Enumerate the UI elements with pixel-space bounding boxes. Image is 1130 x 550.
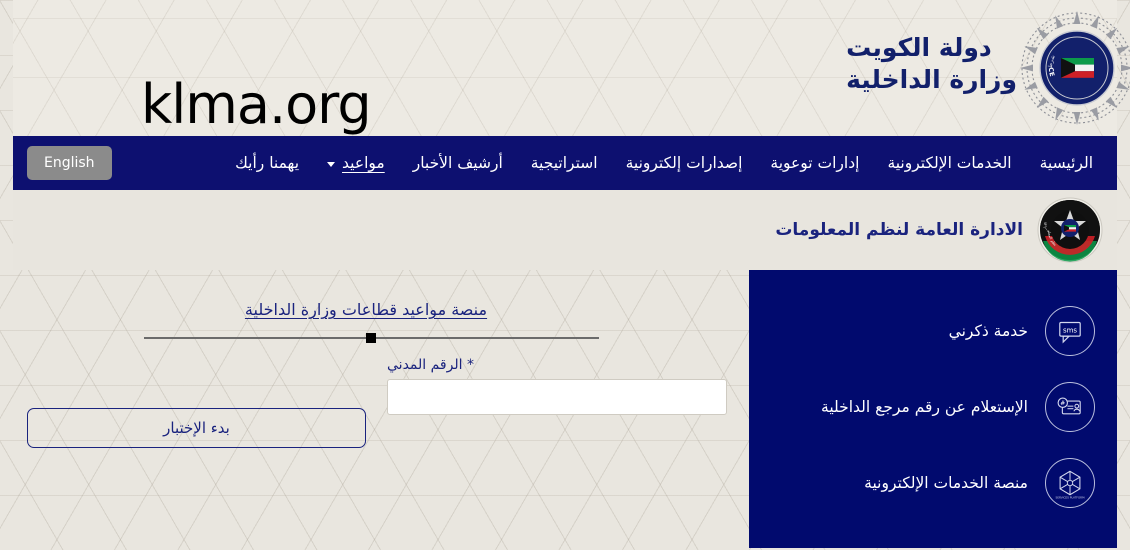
- nav-item-label: إصدارات إلكترونية: [625, 154, 743, 172]
- nav-item-label: الرئيسية: [1039, 154, 1093, 172]
- kuwait-police-emblem-icon: شرطة الكويت KUWAIT POLICE: [1013, 2, 1130, 128]
- svg-text:#: #: [1060, 400, 1065, 407]
- nav-item-label: استراتيجية: [530, 154, 598, 172]
- page-container: دولة الكويت وزارة الداخلية شرط CE الرئيس…: [13, 0, 1130, 550]
- reference-lookup-icon: #: [1045, 382, 1095, 432]
- nav-item-e-publications[interactable]: إصدارات إلكترونية: [612, 148, 757, 178]
- nav-item-e-services[interactable]: الخدمات الإلكترونية: [873, 148, 1025, 178]
- quick-link-remind-me-service[interactable]: sms خدمة ذكرني: [767, 306, 1095, 356]
- e-services-platform-icon: SERVICES PLATFORM: [1045, 458, 1095, 508]
- start-button[interactable]: بدء الإختبار: [27, 408, 366, 448]
- slider-handle[interactable]: [366, 333, 376, 343]
- quick-link-label: منصة الخدمات الإلكترونية: [864, 474, 1028, 492]
- nav-item-label: مواعيد: [342, 154, 385, 172]
- quick-link-e-services-platform[interactable]: SERVICES PLATFORM منصة الخدمات الإلكترون…: [767, 458, 1095, 508]
- required-marker: *: [466, 357, 474, 373]
- page-title: منصة مواعيد قطاعات وزارة الداخلية: [244, 300, 488, 319]
- site-header: دولة الكويت وزارة الداخلية شرط CE: [13, 0, 1130, 136]
- nav-items-list: الرئيسية الخدمات الإلكترونية إدارات توعو…: [112, 148, 1107, 178]
- nav-item-label: أرشيف الأخبار: [412, 154, 503, 172]
- quick-link-label: الإستعلام عن رقم مرجع الداخلية: [821, 398, 1028, 416]
- language-switch-button[interactable]: English: [27, 146, 112, 180]
- civil-id-input[interactable]: [387, 379, 727, 415]
- nav-item-your-opinion-matters[interactable]: يهمنا رأيك: [221, 148, 313, 178]
- nav-item-news-archive[interactable]: أرشيف الأخبار: [399, 148, 517, 178]
- brand-line-2: وزارة الداخلية: [846, 65, 1017, 94]
- nav-item-strategy[interactable]: استراتيجية: [517, 148, 612, 178]
- sms-bubble-icon: sms: [1045, 306, 1095, 356]
- main-navigation: الرئيسية الخدمات الإلكترونية إدارات توعو…: [13, 136, 1117, 190]
- brand-title: دولة الكويت وزارة الداخلية: [846, 32, 1017, 96]
- brand-line-1: دولة الكويت: [846, 33, 992, 62]
- appointment-form: منصة مواعيد قطاعات وزارة الداخلية * الرق…: [13, 270, 749, 550]
- department-header: الادارة العامة لنظم المعلومات نظم المعلو…: [13, 190, 1117, 270]
- content-area: sms خدمة ذكرني # الإستعلام عن رقم مرجع ا…: [13, 270, 1117, 550]
- svg-text:SERVICES PLATFORM: SERVICES PLATFORM: [1055, 495, 1085, 499]
- progress-slider[interactable]: [143, 331, 599, 345]
- nav-item-home[interactable]: الرئيسية: [1026, 148, 1107, 178]
- civil-id-label-text: الرقم المدني: [387, 357, 463, 373]
- quick-link-reference-number-inquiry[interactable]: # الإستعلام عن رقم مرجع الداخلية: [767, 382, 1095, 432]
- civil-id-field-row: * الرقم المدني: [13, 357, 729, 415]
- chevron-down-icon: [327, 161, 336, 167]
- nav-item-label: إدارات توعوية: [770, 154, 860, 172]
- quick-link-label: خدمة ذكرني: [948, 322, 1028, 340]
- svg-text:sms: sms: [1063, 326, 1077, 334]
- quick-links-panel: sms خدمة ذكرني # الإستعلام عن رقم مرجع ا…: [749, 270, 1117, 548]
- civil-id-label: * الرقم المدني: [387, 357, 727, 373]
- nav-item-label: يهمنا رأيك: [235, 154, 300, 172]
- nav-item-appointments[interactable]: مواعيد: [313, 148, 399, 178]
- information-systems-department-logo-icon: الادارة العامة لنظم المعلومات نظم المعلو…: [1035, 193, 1103, 263]
- department-title: الادارة العامة لنظم المعلومات: [775, 220, 1023, 240]
- civil-id-field-block: * الرقم المدني: [387, 357, 727, 415]
- nav-item-awareness-departments[interactable]: إدارات توعوية: [756, 148, 873, 178]
- nav-item-label: الخدمات الإلكترونية: [887, 154, 1012, 172]
